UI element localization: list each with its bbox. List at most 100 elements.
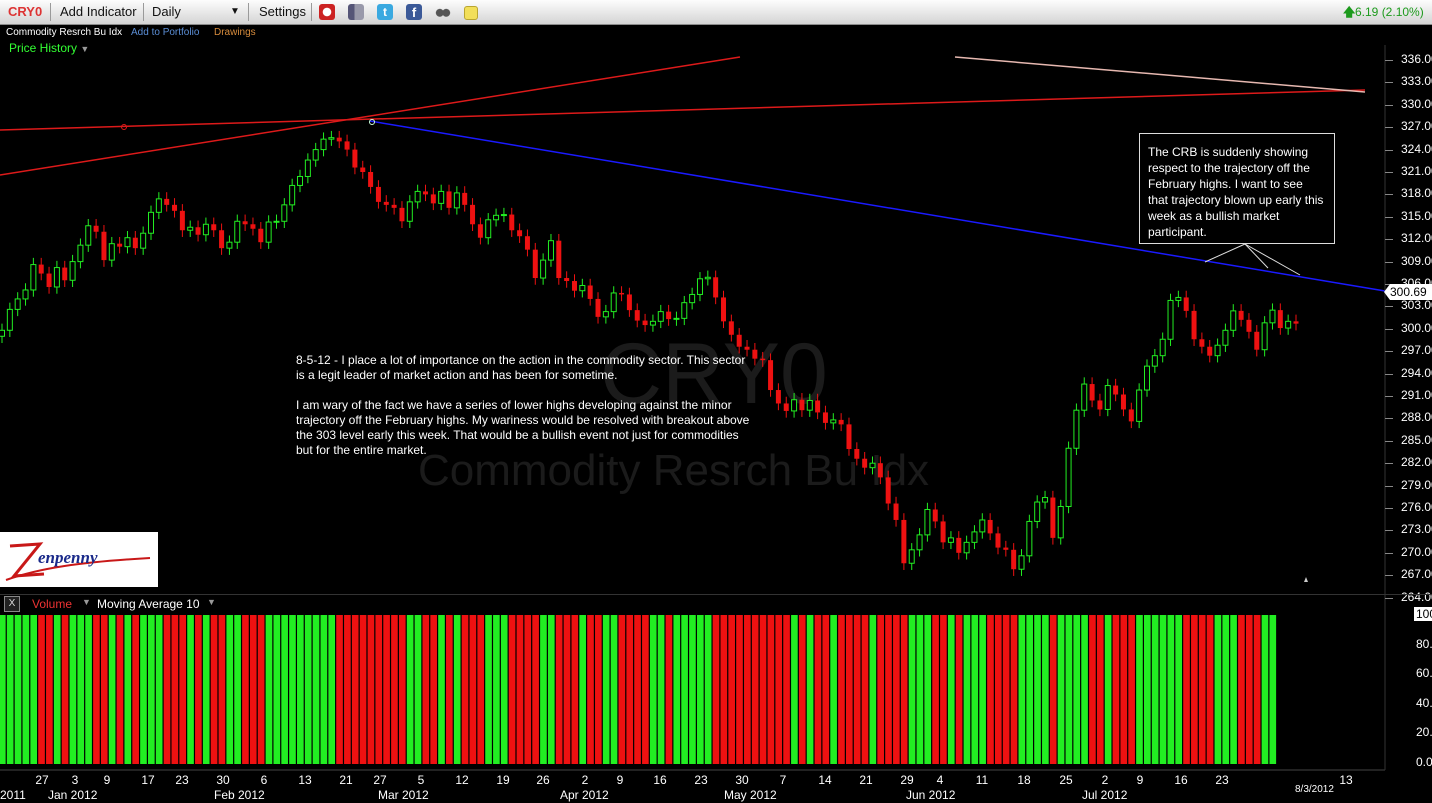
date-axis-month-label: May 2012 <box>724 788 777 802</box>
volume-bar <box>195 615 202 764</box>
volume-bar <box>524 615 532 764</box>
date-marker: 8/3/2012 <box>1295 784 1334 795</box>
price-axis-tick <box>1385 328 1393 330</box>
date-axis-day-label: 19 <box>496 773 510 787</box>
candle-body <box>768 360 774 391</box>
red-trendline-rising[interactable] <box>0 56 741 176</box>
volume-bar <box>328 615 336 764</box>
scroll-arrow-icon[interactable] <box>1304 577 1308 582</box>
price-axis-tick <box>1385 194 1393 196</box>
red-trendline-flat[interactable] <box>0 89 1366 131</box>
volume-bar <box>767 615 775 764</box>
volume-bar <box>602 615 610 764</box>
candle-body <box>1073 409 1080 449</box>
date-axis-day-label: 2 <box>1101 773 1109 787</box>
volume-bar <box>1253 615 1261 764</box>
date-axis-day-label: 23 <box>175 773 189 787</box>
candle-body <box>219 230 225 249</box>
volume-bar <box>218 615 226 764</box>
price-axis-label: 279.00 <box>1401 477 1432 492</box>
candle-body <box>391 204 397 208</box>
candle-body <box>846 424 852 450</box>
annotation-left-note[interactable]: 8-5-12 - I place a lot of importance on … <box>296 353 756 458</box>
candle-body <box>187 226 194 231</box>
price-axis-label: 294.00 <box>1401 365 1432 380</box>
date-axis-day-label: 26 <box>536 773 550 787</box>
volume-bar <box>830 615 837 764</box>
volume-bar <box>963 615 971 764</box>
volume-axis-label: 60.00 <box>1416 666 1432 681</box>
volume-bar <box>806 615 814 764</box>
date-axis-day-label: 21 <box>859 773 873 787</box>
candle-body <box>626 294 632 311</box>
price-axis-tick <box>1385 127 1393 129</box>
candle-body <box>971 531 978 543</box>
price-axis-tick <box>1385 82 1393 84</box>
candle-body <box>368 172 374 187</box>
price-axis-tick <box>1385 508 1393 509</box>
candle-body <box>885 477 891 504</box>
volume-bar <box>563 615 571 764</box>
volume-bar <box>304 615 312 764</box>
volume-bar <box>1010 615 1018 764</box>
volume-bar <box>14 615 22 764</box>
candle-body <box>556 240 562 279</box>
volume-bar <box>116 615 124 764</box>
candle-body <box>1167 299 1174 340</box>
candle-body <box>1230 310 1237 331</box>
volume-bar <box>257 615 265 764</box>
candle-body <box>1097 400 1103 410</box>
candle-body <box>869 462 876 469</box>
candle-body <box>963 541 970 554</box>
volume-bar <box>696 615 704 764</box>
candle-body <box>806 399 813 411</box>
candle-body <box>1214 344 1221 357</box>
candle-body <box>940 521 946 543</box>
candle-body <box>704 276 711 280</box>
annotation-callout-box[interactable]: The CRB is suddenly showing respect to t… <box>1139 133 1335 244</box>
volume-bar <box>179 615 187 764</box>
current-price-tag: 300.69 <box>1384 284 1432 300</box>
pink-trendline[interactable] <box>954 56 1366 93</box>
candle-body <box>140 232 147 249</box>
volume-bar <box>22 615 30 764</box>
candle-body <box>69 261 76 281</box>
candle-body <box>446 191 452 208</box>
candle-body <box>124 237 131 248</box>
price-axis-tick <box>1385 575 1393 577</box>
candle-body <box>1026 520 1033 557</box>
volume-bar <box>626 615 634 764</box>
close-volume-button[interactable]: X <box>4 596 20 612</box>
volume-bar <box>226 615 234 764</box>
candle-body <box>822 412 828 423</box>
volume-bar <box>673 615 681 764</box>
volume-bar <box>775 615 783 764</box>
volume-bar <box>657 615 665 764</box>
volume-bar <box>751 615 759 764</box>
moving-average-label: Moving Average 10 <box>97 597 200 611</box>
candle-body <box>485 219 492 239</box>
current-price-label: 300.69 <box>1390 285 1427 299</box>
date-axis-day-label: 13 <box>1339 773 1353 787</box>
candle-body <box>360 167 366 172</box>
chevron-down-icon[interactable]: ▼ <box>207 597 216 607</box>
volume-bar <box>93 615 100 764</box>
volume-bar <box>665 615 673 764</box>
volume-bar <box>532 615 539 764</box>
chevron-down-icon[interactable]: ▼ <box>82 597 91 607</box>
date-axis-day-label: 13 <box>298 773 312 787</box>
candle-body <box>1143 365 1150 391</box>
candle-body <box>1277 310 1283 329</box>
price-axis-tick <box>1385 216 1393 218</box>
price-axis-label: 267.00 <box>1401 567 1432 582</box>
candle-body <box>352 149 358 168</box>
volume-bar <box>822 615 830 764</box>
price-axis-tick <box>1385 418 1393 420</box>
volume-bar <box>1191 615 1198 764</box>
volume-bar <box>1104 615 1112 764</box>
candle-body <box>53 267 60 288</box>
candle-body <box>344 141 350 150</box>
volume-bar <box>987 615 994 764</box>
callout-pointer <box>1244 243 1301 276</box>
zenpenny-logo: enpenny <box>0 532 158 587</box>
